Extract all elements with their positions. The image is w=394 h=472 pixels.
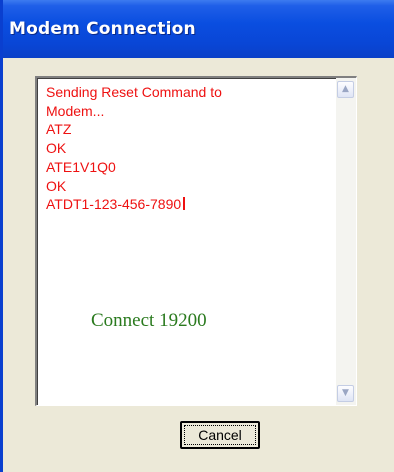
log-line: Sending Reset Command to	[46, 84, 222, 100]
connect-status-text: Connect 19200	[91, 310, 207, 331]
cancel-button-label: Cancel	[184, 425, 256, 445]
log-line: ATE1V1Q0	[46, 158, 116, 175]
dial-command-text: ATDT1-123-456-7890	[46, 196, 182, 213]
log-line: ATZ	[46, 121, 72, 138]
cancel-button[interactable]: Cancel	[180, 421, 260, 449]
modem-log-lines: Sending Reset Command to Modem... ATZ OK…	[46, 83, 316, 214]
title-bar[interactable]: Modem Connection	[3, 0, 394, 58]
window-title: Modem Connection	[9, 19, 196, 39]
log-line: Modem...	[46, 102, 105, 119]
log-line: OK	[46, 140, 67, 157]
vertical-scrollbar[interactable]: ▲ ▼	[336, 78, 356, 405]
log-line-current: ATDT1-123-456-7890	[46, 195, 316, 214]
log-line: OK	[46, 177, 67, 194]
modem-log-textbox[interactable]: Sending Reset Command to Modem... ATZ OK…	[35, 76, 357, 406]
text-caret	[183, 197, 186, 211]
scroll-up-arrow-icon[interactable]: ▲	[337, 81, 354, 98]
scroll-down-arrow-icon[interactable]: ▼	[337, 385, 354, 402]
modem-connection-dialog: Modem Connection Sending Reset Command t…	[0, 0, 394, 472]
dialog-body: Sending Reset Command to Modem... ATZ OK…	[3, 58, 394, 472]
